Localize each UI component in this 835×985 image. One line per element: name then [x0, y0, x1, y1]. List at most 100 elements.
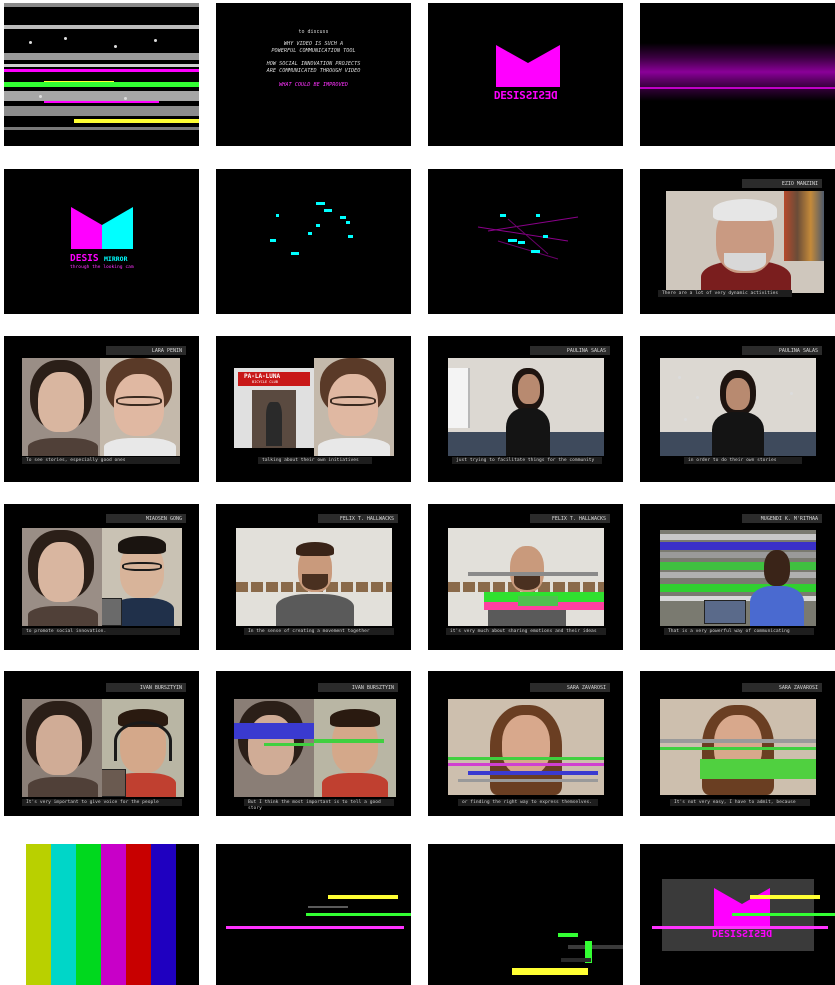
- particle-dash: [316, 202, 325, 205]
- speaker-name: MIAOSEN GONG: [106, 514, 186, 523]
- person-head: [36, 715, 82, 775]
- interview-frame-felix-hallwacks-2: FELIX T. HALLWACKS it's very much about …: [428, 504, 623, 650]
- speaker-name: PAULINA SALAS: [530, 346, 610, 355]
- wordmark-left: DESIS: [493, 89, 526, 102]
- video-still-left: [22, 528, 102, 626]
- video-still: [236, 528, 392, 626]
- interview-frame-ivan-bursztyin-1: IVAN BURSZTYIN It's very important to gi…: [4, 671, 199, 816]
- intro-text-frame: to discuss WHY VIDEO IS SUCH A POWERFUL …: [216, 3, 411, 146]
- shop-sign-subtext: BICYCLE CLUB: [252, 380, 278, 384]
- particle-dash: [308, 232, 312, 235]
- glitch-band: [660, 542, 816, 550]
- inset-video-thumbnail: [102, 598, 122, 626]
- shop-sign-text: PA-LA-LUNA: [244, 373, 281, 380]
- subtitle-caption: or finding the right way to express them…: [458, 799, 598, 806]
- glitch-band: [4, 106, 199, 116]
- person-head: [726, 378, 750, 410]
- brand-sub: MIRROR: [104, 255, 128, 263]
- person-figure: [266, 402, 282, 446]
- glitch-band: [4, 64, 199, 67]
- magenta-glow-band: [640, 43, 835, 101]
- particle-dash: [348, 235, 353, 238]
- color-bars-frame: [4, 844, 199, 985]
- subtitle-caption: it's very much about sharing emotions an…: [446, 628, 606, 635]
- glitch-band: [448, 763, 604, 766]
- person-head: [518, 374, 540, 404]
- particle: [29, 41, 32, 44]
- intro-line-2: POWERFUL COMMUNICATION TOOL: [271, 48, 356, 54]
- glitch-line: [308, 906, 348, 908]
- speaker-name: SARA ZAVAROSI: [742, 683, 822, 692]
- person-beard: [724, 253, 766, 271]
- video-still-right: [314, 699, 396, 797]
- magenta-line: [640, 87, 835, 89]
- speaker-name: FELIX T. HALLWACKS: [318, 514, 398, 523]
- color-bar-1: [26, 844, 51, 985]
- glitch-band: [4, 91, 199, 101]
- person-body: [28, 606, 98, 626]
- wordmark-left: DESIS: [712, 929, 743, 940]
- person-body: [104, 438, 176, 456]
- subtitle-caption: It's not very easy, I have to admit, bec…: [670, 799, 810, 806]
- interview-frame-paulina-salas-2: PAULINA SALAS in order to do their own s…: [640, 336, 835, 482]
- glitch-band: [518, 596, 558, 606]
- speaker-name: SARA ZAVAROSI: [530, 683, 610, 692]
- particle-dash: [270, 239, 276, 242]
- interview-frame-sara-zavarosi-1: SARA ZAVAROSI or finding the right way t…: [428, 671, 623, 816]
- particle-dash: [531, 250, 540, 253]
- subtitle-caption: talking about their own initiatives: [258, 457, 372, 464]
- glitch-band: [4, 82, 199, 87]
- interview-frame-ezio-manzini: EZIO MANZINI There are a lot of very dyn…: [640, 169, 835, 314]
- person-hair: [296, 542, 334, 556]
- wordmark-right-mirrored: DESIS: [525, 89, 558, 102]
- speaker-name: MUGENDI K. M'RITHAA: [742, 514, 822, 523]
- mirrored-wordmark: DESISDESIS: [712, 929, 772, 940]
- glitch-band: [448, 757, 604, 760]
- person-body: [750, 586, 804, 626]
- interview-frame-felix-hallwacks-1: FELIX T. HALLWACKS In the sense of creat…: [216, 504, 411, 650]
- glitch-line: [558, 933, 578, 937]
- particle: [696, 396, 699, 399]
- person-body: [506, 408, 550, 456]
- subtitle-caption: in order to do their own stories: [684, 457, 802, 464]
- glitch-line: [732, 913, 835, 916]
- video-still-left: [22, 699, 102, 797]
- person-hair: [713, 199, 777, 221]
- speaker-name: IVAN BURSZTYIN: [106, 683, 186, 692]
- brand-tagline: through the looking cam: [70, 265, 134, 270]
- brand-main: DESIS: [70, 253, 99, 264]
- intro-line-4: ARE COMMUNICATED THROUGH VIDEO: [266, 68, 361, 74]
- interview-frame-lara-penin: LARA PENIN To see stories, especially go…: [4, 336, 199, 482]
- particle: [790, 392, 793, 395]
- glitch-band: [660, 572, 816, 578]
- intro-line-3: HOW SOCIAL INNOVATION PROJECTS: [266, 61, 361, 67]
- connection-lines: [477, 216, 579, 260]
- speaker-name: LARA PENIN: [106, 346, 186, 355]
- intro-highlight: WHAT COULD BE IMPROVED: [279, 82, 348, 88]
- particle: [678, 376, 681, 379]
- subtitle-caption: To see stories, especially good ones: [22, 457, 180, 464]
- person-body: [322, 773, 388, 797]
- glitch-band: [74, 119, 199, 123]
- intro-kicker: to discuss: [298, 29, 329, 35]
- particle-dash: [276, 214, 279, 217]
- glitch-band: [458, 779, 598, 782]
- color-bar-2: [51, 844, 76, 985]
- logo-glitch-frame: DESISDESIS: [640, 844, 835, 985]
- glitch-line: [328, 895, 398, 899]
- cyan-particles-frame: [216, 169, 411, 314]
- subtitle-caption: That is a very powerful way of communica…: [664, 628, 814, 635]
- glitch-band: [314, 739, 384, 743]
- headphones: [114, 721, 172, 761]
- subtitle-caption: It's very important to give voice for th…: [22, 799, 182, 806]
- desis-logo-icon: [496, 45, 560, 87]
- bookshelf: [784, 191, 824, 261]
- subtitle-caption: There are a lot of very dynamic activiti…: [658, 290, 792, 297]
- particle-dash: [543, 235, 548, 238]
- color-bar-7: [176, 844, 199, 985]
- intro-line-1: WHY VIDEO IS SUCH A: [283, 41, 344, 47]
- speaker-name: FELIX T. HALLWACKS: [530, 514, 610, 523]
- glitch-line: [561, 958, 591, 962]
- glasses: [122, 562, 162, 571]
- glitch-line: [750, 895, 820, 899]
